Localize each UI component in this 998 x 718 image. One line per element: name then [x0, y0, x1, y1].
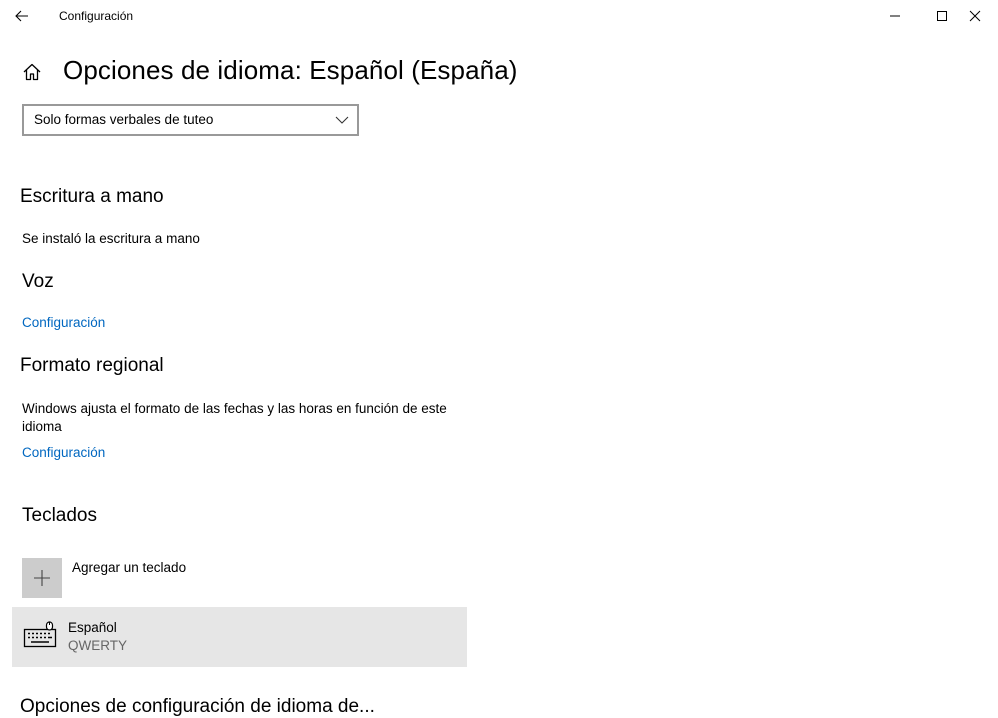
plus-icon — [34, 570, 50, 586]
home-button[interactable] — [20, 60, 44, 84]
keyboard-icon — [23, 621, 57, 648]
close-icon — [969, 10, 981, 22]
verb-forms-dropdown[interactable]: Solo formas verbales de tuteo — [22, 104, 359, 136]
keyboard-name: Español — [68, 620, 117, 635]
home-icon — [23, 63, 41, 81]
minimize-button[interactable] — [872, 0, 918, 32]
close-button[interactable] — [952, 0, 998, 32]
language-settings-heading: Opciones de configuración de idioma de..… — [20, 696, 375, 717]
arrow-left-icon — [15, 10, 28, 22]
add-keyboard-label[interactable]: Agregar un teclado — [72, 560, 186, 575]
keyboard-item[interactable]: Español QWERTY — [12, 607, 467, 667]
keyboard-layout: QWERTY — [68, 638, 128, 653]
back-button[interactable] — [0, 0, 44, 32]
handwriting-status: Se instaló la escritura a mano — [22, 231, 200, 246]
speech-settings-link[interactable]: Configuración — [22, 315, 105, 330]
add-keyboard-button[interactable] — [22, 558, 62, 598]
regional-format-settings-link[interactable]: Configuración — [22, 445, 105, 460]
regional-format-heading: Formato regional — [20, 355, 164, 376]
dropdown-selected-value: Solo formas verbales de tuteo — [34, 112, 214, 127]
maximize-icon — [937, 11, 947, 21]
window-title: Configuración — [59, 9, 134, 23]
speech-heading: Voz — [22, 271, 54, 292]
keyboards-heading: Teclados — [22, 505, 97, 526]
page-title: Opciones de idioma: Español (España) — [63, 55, 518, 85]
minimize-icon — [890, 15, 900, 17]
title-bar: Configuración — [0, 0, 998, 32]
chevron-down-icon — [335, 116, 349, 124]
regional-format-description: Windows ajusta el formato de las fechas … — [22, 401, 447, 434]
handwriting-heading: Escritura a mano — [20, 186, 164, 207]
